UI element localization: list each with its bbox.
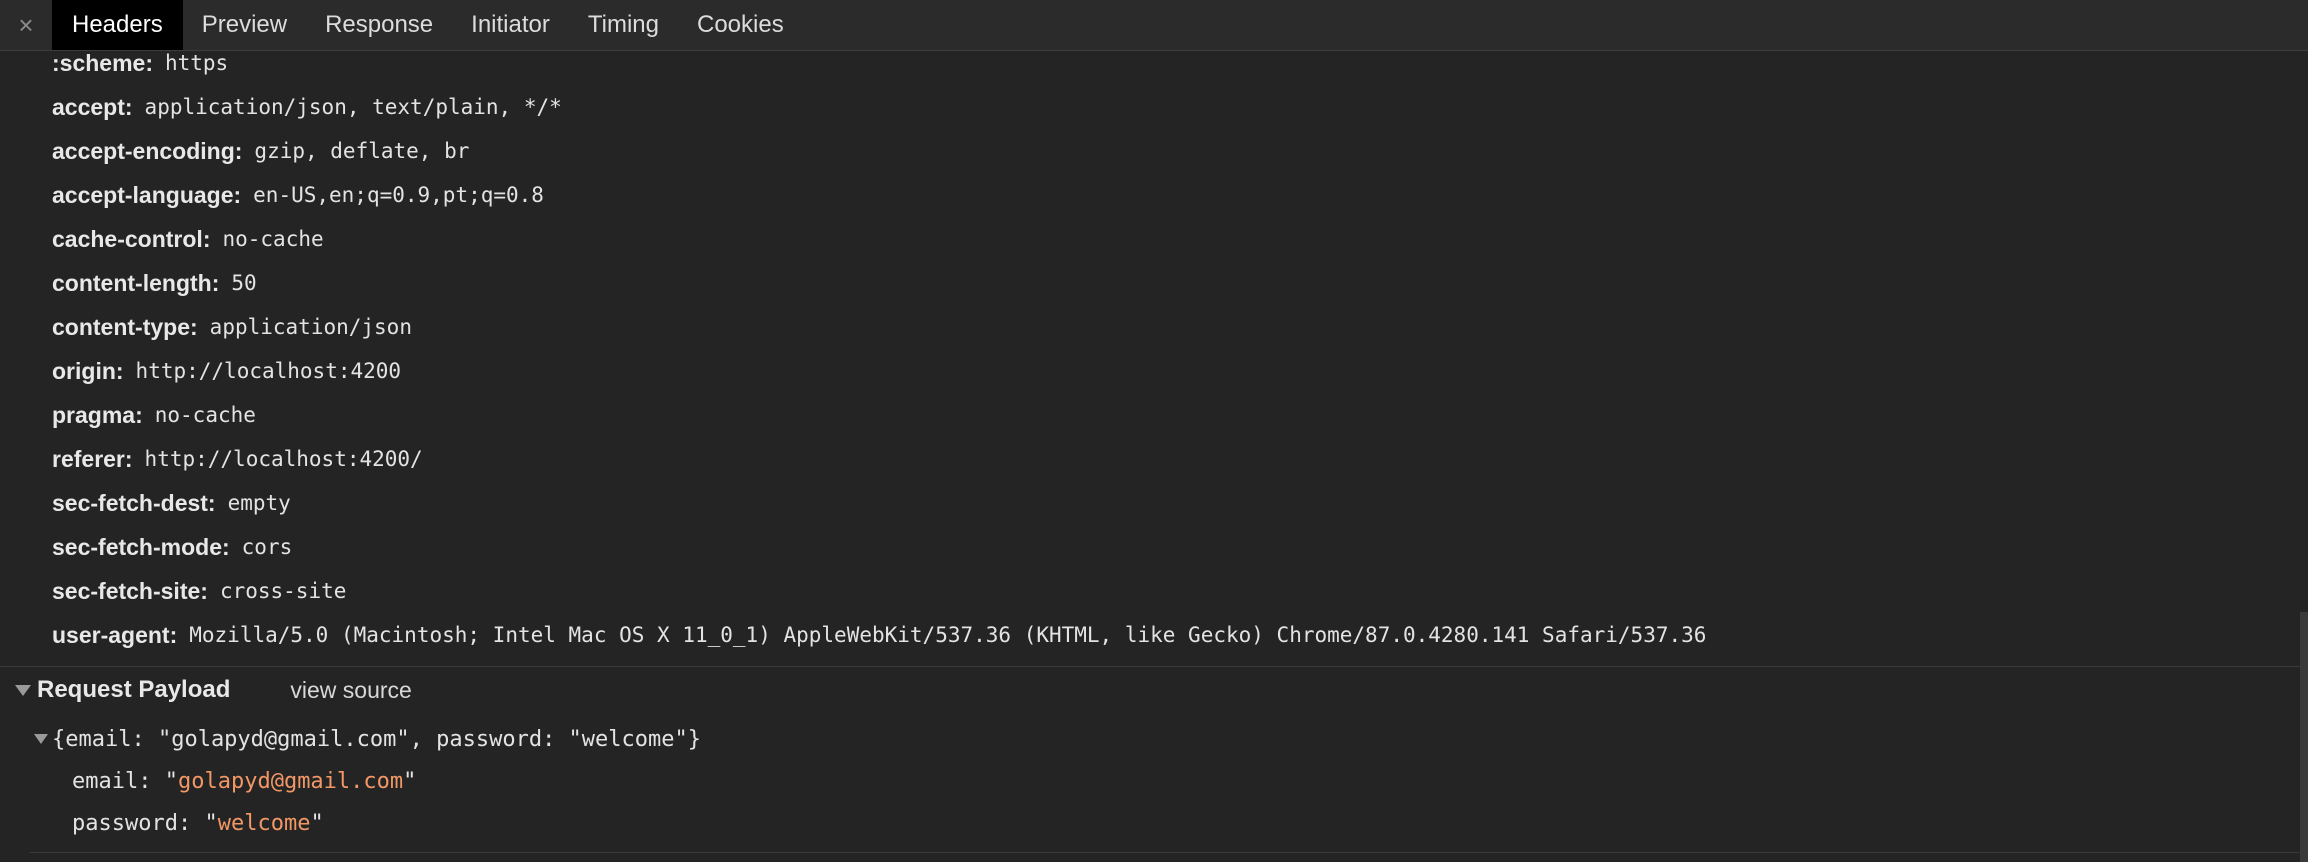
payload-key: email xyxy=(72,768,139,794)
header-name: referer: xyxy=(52,445,133,472)
header-value: empty xyxy=(227,491,291,515)
header-value: en-US,en;q=0.9,pt;q=0.8 xyxy=(253,183,544,207)
header-row-accept: accept: application/json, text/plain, */… xyxy=(52,87,562,127)
header-row-sec-fetch-site: sec-fetch-site: cross-site xyxy=(52,571,346,611)
header-row-accept-language: accept-language: en-US,en;q=0.9,pt;q=0.8 xyxy=(52,175,544,215)
payload-object-summary[interactable]: {email: "golapyd@gmail.com", password: "… xyxy=(34,719,701,759)
header-row-origin: origin: http://localhost:4200 xyxy=(52,351,401,391)
close-icon[interactable]: × xyxy=(0,0,52,50)
header-row-referer: referer: http://localhost:4200/ xyxy=(52,439,423,479)
header-row-user-agent: user-agent: Mozilla/5.0 (Macintosh; Inte… xyxy=(52,615,1706,655)
header-value: application/json, text/plain, */* xyxy=(144,95,562,119)
request-payload-header[interactable]: Request Payload view source xyxy=(0,668,2300,712)
header-name: accept-language: xyxy=(52,181,242,208)
header-name: user-agent: xyxy=(52,621,178,648)
header-name: sec-fetch-site: xyxy=(52,577,208,604)
header-name: accept: xyxy=(52,93,133,120)
request-payload-title: Request Payload xyxy=(37,676,231,703)
tab-cookies[interactable]: Cookies xyxy=(678,0,803,50)
header-name: content-type: xyxy=(52,313,198,340)
header-value: gzip, deflate, br xyxy=(254,139,470,163)
header-name: origin: xyxy=(52,357,124,384)
header-name: cache-control: xyxy=(52,225,211,252)
header-name: :scheme: xyxy=(52,49,153,76)
section-divider xyxy=(0,666,2300,667)
payload-field-email: email: " golapyd@gmail.com " xyxy=(72,768,417,794)
header-value: no-cache xyxy=(154,403,256,427)
header-value: no-cache xyxy=(222,227,324,251)
payload-value: welcome xyxy=(217,810,311,836)
header-name: accept-encoding: xyxy=(52,137,243,164)
header-row-sec-fetch-mode: sec-fetch-mode: cors xyxy=(52,527,292,567)
view-source-link[interactable]: view source xyxy=(290,677,411,704)
header-value: 50 xyxy=(231,271,257,295)
payload-summary-text: {email: "golapyd@gmail.com", password: "… xyxy=(52,726,702,752)
headers-panel: :scheme: https accept: application/json,… xyxy=(0,50,2308,862)
header-name: sec-fetch-dest: xyxy=(52,489,216,516)
header-row-cache-control: cache-control: no-cache xyxy=(52,219,324,259)
header-row-accept-encoding: accept-encoding: gzip, deflate, br xyxy=(52,131,469,171)
header-value: application/json xyxy=(209,315,412,339)
header-value: Mozilla/5.0 (Macintosh; Intel Mac OS X 1… xyxy=(189,623,1707,647)
header-value: cors xyxy=(241,535,293,559)
payload-field-password: password: " welcome " xyxy=(72,810,324,836)
tab-initiator[interactable]: Initiator xyxy=(452,0,569,50)
header-value: https xyxy=(164,51,229,75)
tab-bar: × Headers Preview Response Initiator Tim… xyxy=(0,0,2308,51)
header-row-pragma: pragma: no-cache xyxy=(52,395,256,435)
tab-response[interactable]: Response xyxy=(306,0,452,50)
header-value: cross-site xyxy=(219,579,347,603)
header-row-sec-fetch-dest: sec-fetch-dest: empty xyxy=(52,483,291,523)
scrollbar[interactable] xyxy=(2300,612,2308,862)
header-value: http://localhost:4200/ xyxy=(144,447,423,471)
header-row-scheme: :scheme: https xyxy=(52,43,228,83)
expand-triangle-icon[interactable] xyxy=(15,684,31,696)
tab-timing[interactable]: Timing xyxy=(569,0,678,50)
header-row-content-length: content-length: 50 xyxy=(52,263,257,303)
expand-triangle-icon[interactable] xyxy=(34,734,48,744)
header-row-content-type: content-type: application/json xyxy=(52,307,412,347)
header-value: http://localhost:4200 xyxy=(135,359,402,383)
header-name: content-length: xyxy=(52,269,220,296)
header-name: pragma: xyxy=(52,401,143,428)
payload-divider xyxy=(30,852,2300,853)
payload-key: password xyxy=(72,810,178,836)
payload-value: golapyd@gmail.com xyxy=(177,768,404,794)
header-name: sec-fetch-mode: xyxy=(52,533,230,560)
